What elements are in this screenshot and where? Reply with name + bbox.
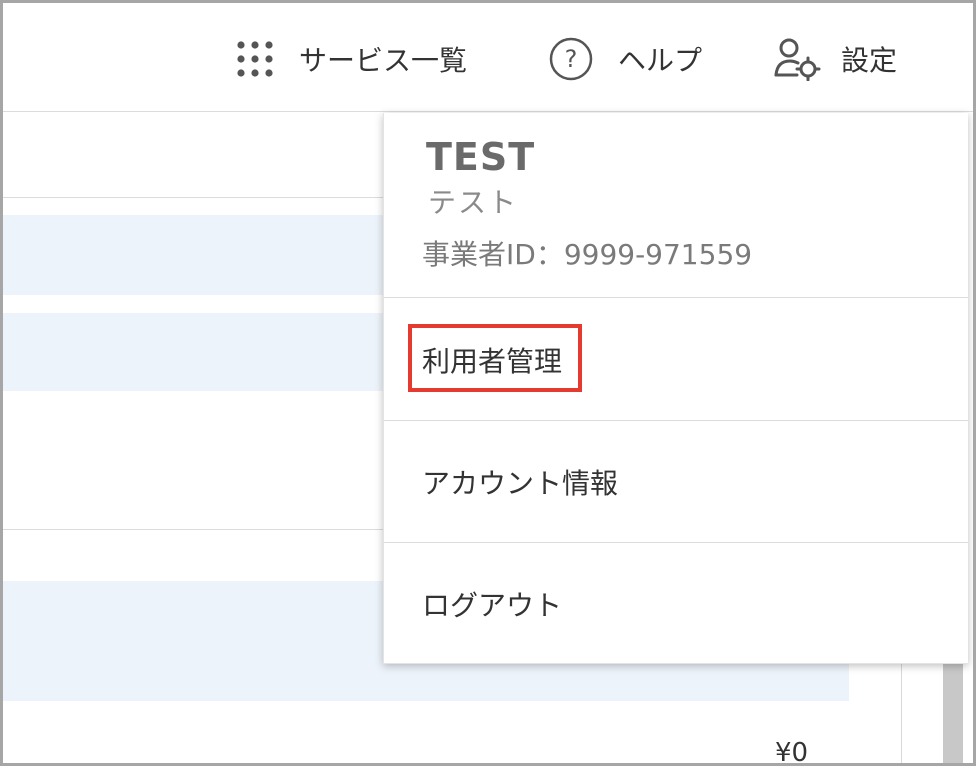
- menu-item-user-management[interactable]: 利用者管理: [384, 298, 968, 421]
- service-list-label: サービス一覧: [299, 44, 468, 77]
- help-button[interactable]: ? ヘルプ: [548, 36, 703, 82]
- grid-icon: [235, 39, 275, 79]
- business-id: 事業者ID：9999-971559: [422, 238, 753, 271]
- account-name: TEST: [426, 135, 536, 179]
- service-list-button[interactable]: サービス一覧: [235, 39, 467, 79]
- settings-label: 設定: [841, 44, 898, 77]
- top-header: サービス一覧 ? ヘルプ 設定: [3, 3, 973, 112]
- scrollbar-thumb[interactable]: [943, 663, 963, 763]
- settings-button[interactable]: 設定: [773, 37, 898, 81]
- amount-text: ¥0: [775, 738, 809, 766]
- content-divider: [3, 197, 383, 198]
- help-label: ヘルプ: [618, 44, 703, 77]
- content-divider: [3, 529, 383, 530]
- app-window: ¥0 サービス一覧 ? ヘルプ 設定 TEST テスト 事業者ID：9999-9…: [0, 0, 976, 766]
- user-settings-icon: [773, 37, 821, 81]
- account-dropdown-menu: TEST テスト 事業者ID：9999-971559 利用者管理 アカウント情報…: [383, 113, 968, 664]
- question-circle-icon: ?: [548, 36, 594, 82]
- panel-border: [901, 663, 902, 763]
- account-info: TEST テスト 事業者ID：9999-971559: [384, 113, 968, 298]
- menu-item-label: ログアウト: [422, 589, 563, 622]
- menu-item-account-info[interactable]: アカウント情報: [384, 420, 968, 543]
- menu-item-label: 利用者管理: [422, 345, 563, 378]
- svg-text:?: ?: [565, 45, 578, 73]
- menu-item-label: アカウント情報: [422, 467, 619, 500]
- table-row[interactable]: [3, 215, 383, 295]
- menu-item-logout[interactable]: ログアウト: [384, 542, 968, 662]
- table-row[interactable]: [3, 313, 383, 391]
- account-name-kana: テスト: [428, 186, 519, 219]
